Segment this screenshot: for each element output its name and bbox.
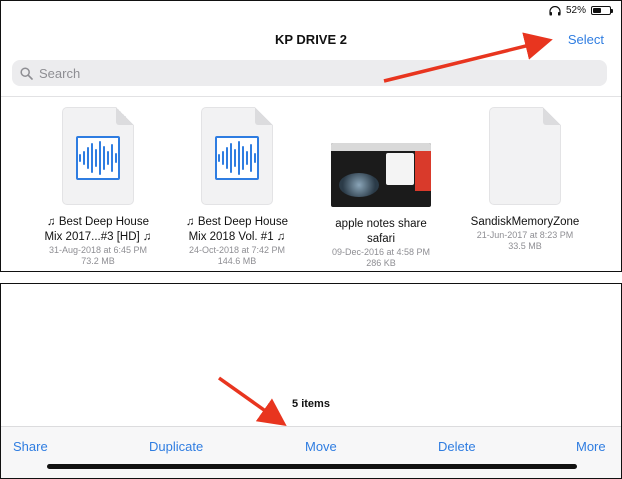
bottom-toolbar: Share Duplicate Move Delete More: [1, 426, 621, 478]
waveform-icon: [215, 136, 259, 180]
file-date: 09-Dec-2016 at 4:58 PM: [331, 247, 431, 257]
file-name: SandiskMemoryZone: [455, 215, 595, 230]
file-size: 73.2 MB: [81, 256, 115, 266]
file-date: 21-Jun-2017 at 8:23 PM: [476, 230, 574, 240]
battery-icon: [591, 6, 613, 15]
file-name-line1: ♫ Best Deep House: [186, 216, 288, 228]
file-name: apple notes share safari: [311, 217, 451, 247]
search-input[interactable]: Search: [12, 60, 607, 86]
screenshot-canvas: 52% KP DRIVE 2 Select Search ♫ Best Deep…: [0, 0, 622, 479]
file-name: ♫ Best Deep House Mix 2017...#3 [HD] ♫: [28, 215, 168, 245]
more-button[interactable]: More: [576, 439, 606, 454]
file-size: 144.6 MB: [217, 256, 257, 266]
file-date: 31-Aug-2018 at 6:45 PM: [48, 245, 148, 255]
page-title: KP DRIVE 2: [274, 32, 347, 47]
file-date: 24-Oct-2018 at 7:42 PM: [188, 245, 286, 255]
share-button[interactable]: Share: [13, 439, 48, 454]
image-thumbnail: [331, 143, 431, 207]
file-name-line1: apple notes share: [335, 218, 427, 230]
duplicate-button[interactable]: Duplicate: [149, 439, 203, 454]
file-name-line1: SandiskMemoryZone: [470, 216, 580, 228]
audio-file-icon: [201, 107, 273, 205]
file-item[interactable]: ♫ Best Deep House Mix 2017...#3 [HD] ♫ 3…: [28, 107, 168, 267]
item-count: 5 items: [292, 398, 330, 410]
battery-level-fill: [593, 8, 601, 13]
home-indicator: [47, 464, 577, 469]
generic-file-icon: [489, 107, 561, 205]
waveform-icon: [76, 136, 120, 180]
file-item[interactable]: SandiskMemoryZone 21-Jun-2017 at 8:23 PM…: [455, 107, 595, 252]
search-icon: [20, 66, 33, 80]
delete-button[interactable]: Delete: [438, 439, 476, 454]
file-size: 33.5 MB: [508, 241, 542, 251]
file-name: ♫ Best Deep House Mix 2018 Vol. #1 ♫: [167, 215, 307, 245]
file-name-line2: safari: [366, 233, 396, 245]
audio-file-icon: [62, 107, 134, 205]
search-placeholder: Search: [39, 65, 81, 81]
headphones-icon: [549, 5, 561, 15]
file-item[interactable]: ♫ Best Deep House Mix 2018 Vol. #1 ♫ 24-…: [167, 107, 307, 267]
file-name-line1: ♫ Best Deep House: [47, 216, 149, 228]
selection-toolbar-panel: 5 items Share Duplicate Move Delete More: [0, 283, 622, 479]
move-button[interactable]: Move: [305, 439, 337, 454]
file-name-line2: Mix 2018 Vol. #1 ♫: [188, 231, 286, 243]
divider: [1, 96, 621, 97]
file-name-line2: Mix 2017...#3 [HD] ♫: [44, 231, 152, 243]
file-size: 286 KB: [366, 258, 396, 268]
select-button[interactable]: Select: [568, 32, 604, 47]
files-browser-panel: 52% KP DRIVE 2 Select Search ♫ Best Deep…: [0, 0, 622, 272]
status-bar: 52%: [549, 5, 613, 16]
battery-percent: 52%: [565, 5, 586, 16]
file-item[interactable]: apple notes share safari 09-Dec-2016 at …: [311, 107, 451, 269]
